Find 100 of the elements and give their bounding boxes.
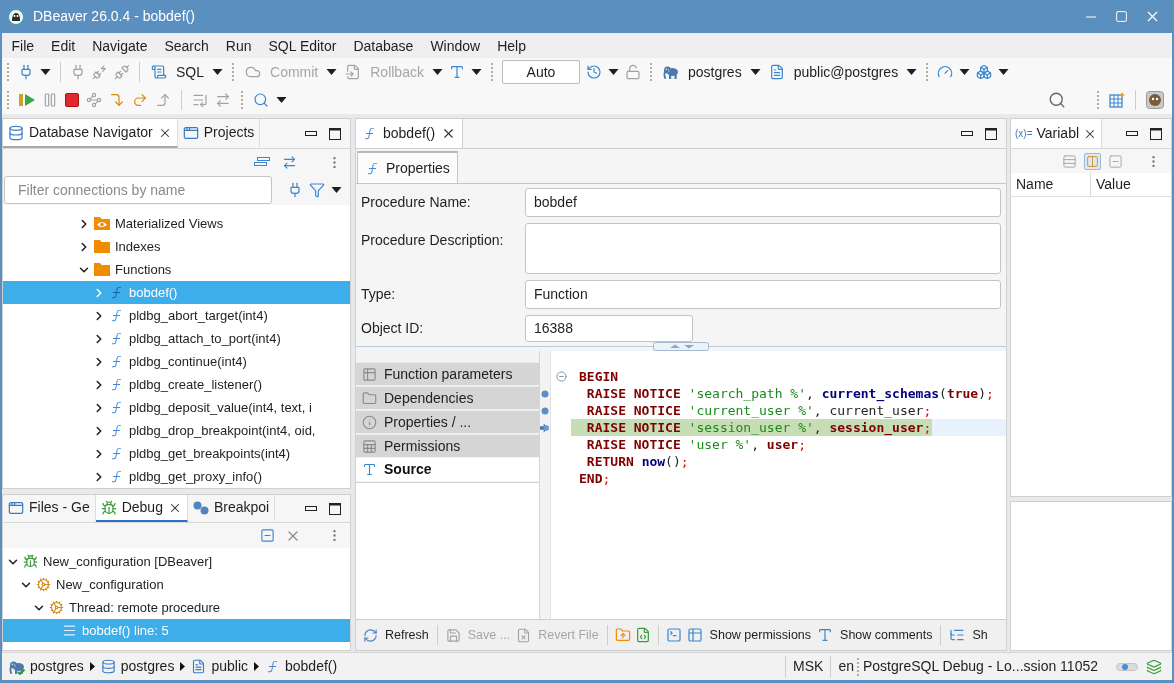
plug-icon[interactable]: [70, 64, 86, 80]
menu-item[interactable]: Help: [488, 35, 535, 56]
boxes-icon[interactable]: [976, 64, 993, 80]
link-arrows-icon[interactable]: [282, 154, 297, 170]
panel-tab[interactable]: Breakpoi: [187, 495, 276, 522]
layers-icon[interactable]: [1146, 658, 1162, 675]
tree-item[interactable]: pldbg_create_listener(): [3, 373, 350, 396]
history-icon[interactable]: [585, 64, 602, 80]
maximize-icon[interactable]: [329, 502, 341, 515]
minimize-icon[interactable]: [305, 131, 317, 136]
breadcrumb-item[interactable]: postgres: [97, 656, 178, 677]
collapse-icon[interactable]: [254, 157, 270, 167]
maximize-icon[interactable]: [1150, 127, 1162, 140]
plug-icon[interactable]: [287, 182, 303, 198]
editor-subtab[interactable]: Properties: [357, 151, 458, 183]
logo-icon[interactable]: [1146, 91, 1164, 109]
search-icon[interactable]: [253, 92, 269, 108]
sql-editor-button[interactable]: SQL: [149, 60, 206, 84]
text-icon[interactable]: [448, 64, 465, 80]
panel-tab[interactable]: Database Navigator: [3, 119, 178, 148]
minimize-icon[interactable]: [1126, 131, 1138, 136]
collapse-icon[interactable]: [260, 528, 275, 543]
maximize-icon[interactable]: [985, 127, 997, 140]
caret-icon[interactable]: [906, 69, 918, 75]
arrows-icon[interactable]: [215, 92, 231, 108]
table-sparkle-icon[interactable]: [1109, 92, 1125, 108]
terminal-icon[interactable]: [665, 627, 682, 643]
panel-tab[interactable]: Debug: [95, 495, 188, 522]
stop-icon[interactable]: [65, 93, 79, 107]
tree-item[interactable]: Materialized Views: [3, 212, 350, 235]
caret-icon[interactable]: [40, 69, 51, 75]
plug-bolt-icon[interactable]: [92, 64, 108, 80]
lock-icon[interactable]: [624, 64, 641, 80]
textarea-field[interactable]: [525, 223, 1001, 274]
folder-upload-icon[interactable]: [614, 627, 631, 643]
menu-item[interactable]: Run: [217, 35, 260, 56]
pause-icon[interactable]: [42, 92, 58, 108]
filter-icon[interactable]: [309, 182, 325, 198]
caret-icon[interactable]: [212, 69, 223, 75]
section-tab[interactable]: Function parameters: [356, 362, 539, 385]
menu-item[interactable]: Window: [421, 35, 489, 56]
maximize-icon[interactable]: [329, 127, 341, 140]
caret-icon[interactable]: [470, 69, 482, 75]
section-tab[interactable]: Permissions: [356, 434, 539, 457]
minimize-icon[interactable]: [961, 131, 973, 136]
section-tab[interactable]: Source: [356, 458, 539, 481]
menu-item[interactable]: Search: [155, 35, 218, 56]
step-into-icon[interactable]: [109, 92, 125, 108]
breadcrumb-item[interactable]: bobdef(): [262, 656, 341, 677]
tree-item[interactable]: New_configuration [DBeaver]: [3, 550, 350, 573]
unplug-icon[interactable]: [114, 64, 130, 80]
menu-item[interactable]: SQL Editor: [260, 35, 345, 56]
panel-tab[interactable]: Files - Ge: [3, 495, 96, 522]
breakpoint-icon[interactable]: [541, 406, 549, 415]
search-icon[interactable]: [1048, 91, 1066, 109]
caret-icon[interactable]: [607, 69, 619, 75]
menu-item[interactable]: Edit: [42, 35, 84, 56]
schema-button[interactable]: public@postgres: [766, 60, 901, 84]
transaction-mode-field[interactable]: Auto: [501, 60, 580, 84]
step-over-icon[interactable]: [132, 92, 148, 108]
tree-item[interactable]: pldbg_abort_target(int4): [3, 304, 350, 327]
text-field[interactable]: bobdef: [525, 188, 1001, 217]
tree-item[interactable]: pldbg_continue(int4): [3, 350, 350, 373]
list-icon[interactable]: [192, 92, 208, 108]
show-comments-button[interactable]: Show comments: [816, 623, 934, 647]
caret-icon[interactable]: [959, 69, 971, 75]
menu-item[interactable]: Database: [344, 35, 422, 56]
resume-icon[interactable]: [19, 94, 35, 106]
script-icon[interactable]: [634, 627, 651, 643]
datasource-button[interactable]: postgres: [660, 60, 744, 84]
tree-item[interactable]: pldbg_get_proxy_info(): [3, 465, 350, 488]
tree-item[interactable]: pldbg_deposit_value(int4, text, i: [3, 396, 350, 419]
refresh-button[interactable]: Refresh: [362, 623, 430, 647]
gauge-icon[interactable]: [937, 64, 954, 80]
breadcrumb-item[interactable]: public: [188, 656, 251, 677]
text-field[interactable]: 16388: [525, 315, 693, 342]
toolbar-button[interactable]: Sh: [948, 623, 989, 647]
section-tab[interactable]: Dependencies: [356, 386, 539, 409]
fold-icon[interactable]: [555, 371, 567, 382]
caret-icon[interactable]: [331, 187, 342, 193]
caret-icon[interactable]: [276, 97, 287, 103]
breakpoint-icon[interactable]: [541, 389, 549, 398]
columns-icon[interactable]: [1084, 152, 1101, 170]
caret-icon[interactable]: [998, 69, 1010, 75]
menu-item[interactable]: Navigate: [83, 35, 156, 56]
tree-item[interactable]: pldbg_drop_breakpoint(int4, oid,: [3, 419, 350, 442]
show-permissions-button[interactable]: Show permissions: [685, 623, 813, 647]
tree-item[interactable]: New_configuration: [3, 573, 350, 596]
minus-square-icon[interactable]: [1107, 152, 1124, 170]
caret-icon[interactable]: [326, 69, 338, 75]
panel-tab[interactable]: Projects: [177, 119, 261, 148]
nodes-icon[interactable]: [86, 92, 102, 108]
tree-item[interactable]: pldbg_get_breakpoints(int4): [3, 442, 350, 465]
panel-tab[interactable]: (x)= Variabl: [1011, 119, 1103, 148]
filter-field[interactable]: Filter connections by name: [4, 176, 272, 204]
editor-tab[interactable]: bobdef(): [356, 119, 464, 148]
step-return-icon[interactable]: [155, 92, 171, 108]
splitter-handle-icon[interactable]: [653, 342, 709, 351]
text-field[interactable]: Function: [525, 280, 1001, 309]
caret-icon[interactable]: [431, 69, 443, 75]
